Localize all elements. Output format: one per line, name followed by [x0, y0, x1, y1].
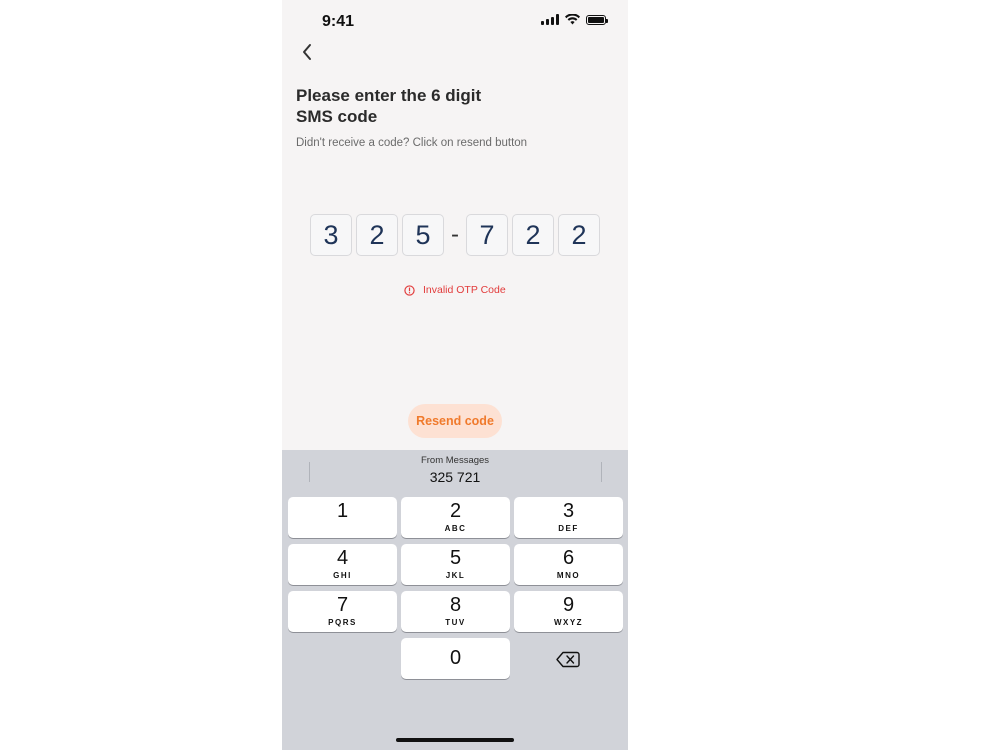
key-letters: PQRS — [328, 618, 357, 627]
key-0[interactable]: 0 — [401, 638, 510, 679]
suggestion-source: From Messages — [420, 455, 490, 466]
phone-screen: 9:41 Please enter the 6 digit SMS code D… — [282, 0, 628, 750]
numeric-keyboard: From Messages 325 721 1 2 ABC 3 DEF 4 GH… — [282, 450, 628, 750]
page-title-line2: SMS code — [296, 107, 378, 126]
key-7[interactable]: 7 PQRS — [288, 591, 397, 632]
key-5[interactable]: 5 JKL — [401, 544, 510, 585]
wifi-icon — [565, 14, 580, 25]
key-letters: MNO — [556, 571, 581, 580]
key-6[interactable]: 6 MNO — [514, 544, 623, 585]
cellular-signal-icon — [541, 14, 559, 25]
key-letters: ABC — [444, 524, 467, 533]
key-digit: 1 — [336, 500, 349, 522]
alert-circle-icon — [404, 284, 415, 296]
key-9[interactable]: 9 WXYZ — [514, 591, 623, 632]
key-3[interactable]: 3 DEF — [514, 497, 623, 538]
otp-digit-3[interactable]: 5 — [402, 214, 444, 256]
key-digit: 9 — [562, 594, 575, 616]
page-subtitle: Didn't receive a code? Click on resend b… — [296, 137, 528, 149]
key-letters: DEF — [558, 524, 579, 533]
key-digit: 8 — [449, 594, 462, 616]
home-indicator[interactable] — [396, 738, 514, 742]
suggestion-code: 325 721 — [429, 469, 481, 485]
key-4[interactable]: 4 GHI — [288, 544, 397, 585]
key-digit: 4 — [336, 547, 349, 569]
otp-separator: - — [451, 221, 459, 248]
page-title-line1: Please enter the 6 digit — [296, 86, 482, 105]
key-digit: 7 — [336, 594, 349, 616]
key-letters: GHI — [333, 571, 352, 580]
key-digit: 2 — [449, 500, 462, 522]
page-title: Please enter the 6 digit SMS code — [296, 85, 596, 127]
otp-digit-4[interactable]: 7 — [466, 214, 508, 256]
key-1[interactable]: 1 — [288, 497, 397, 538]
key-letters: JKL — [445, 571, 466, 580]
error-text: Invalid OTP Code — [423, 284, 506, 296]
delete-key[interactable] — [513, 639, 622, 680]
back-button[interactable] — [292, 38, 322, 66]
chevron-left-icon — [303, 44, 311, 60]
otp-digit-6[interactable]: 2 — [558, 214, 600, 256]
backspace-icon — [555, 651, 580, 668]
key-letters: WXYZ — [553, 618, 584, 627]
key-digit: 0 — [449, 647, 462, 669]
error-message: Invalid OTP Code — [404, 284, 506, 296]
key-8[interactable]: 8 TUV — [401, 591, 510, 632]
key-digit: 3 — [562, 500, 575, 522]
otp-digit-1[interactable]: 3 — [310, 214, 352, 256]
otp-autofill-suggestion[interactable]: From Messages 325 721 — [282, 450, 628, 492]
status-icons — [541, 14, 608, 25]
otp-input-group: 3 2 5 - 7 2 2 — [310, 214, 604, 256]
key-2[interactable]: 2 ABC — [401, 497, 510, 538]
status-bar: 9:41 — [282, 0, 628, 44]
otp-digit-2[interactable]: 2 — [356, 214, 398, 256]
status-time: 9:41 — [322, 13, 355, 30]
battery-icon — [586, 14, 608, 25]
key-digit: 6 — [562, 547, 575, 569]
otp-digit-5[interactable]: 2 — [512, 214, 554, 256]
key-letters: TUV — [445, 618, 466, 627]
key-digit: 5 — [449, 547, 462, 569]
resend-code-button[interactable]: Resend code — [408, 404, 502, 438]
